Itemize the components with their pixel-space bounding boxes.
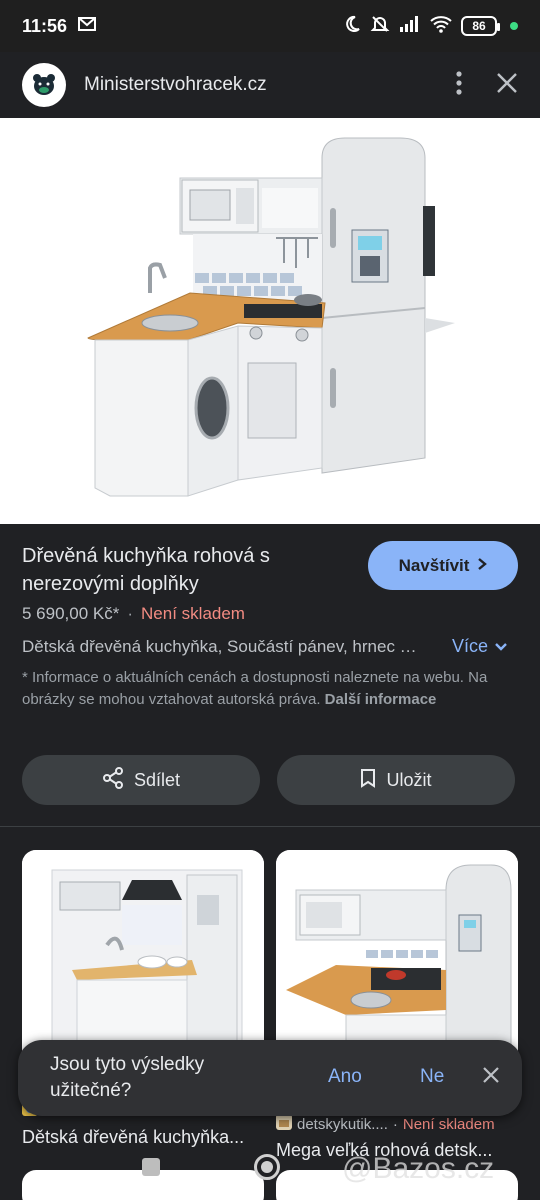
- chevron-right-icon: [477, 556, 488, 576]
- share-icon: [102, 766, 124, 794]
- chevron-down-icon: [494, 636, 508, 657]
- status-bar: 11:56 86: [0, 0, 540, 52]
- price-row: 5 690,00 Kč* · Není skladem: [22, 604, 245, 624]
- stock-status: Není skladem: [141, 604, 245, 623]
- visit-button-label: Navštívit: [398, 555, 470, 575]
- feedback-question: Jsou tyto výsledky užitečné?: [50, 1054, 205, 1101]
- product-price: 5 690,00 Kč*: [22, 604, 120, 623]
- privacy-dot-icon: [510, 22, 518, 30]
- visit-button[interactable]: Navštívit: [368, 541, 518, 590]
- bookmark-icon: [360, 768, 376, 793]
- share-button[interactable]: Sdílet: [22, 755, 260, 805]
- recents-button[interactable]: [142, 1158, 160, 1176]
- wifi-icon: [430, 15, 452, 38]
- moon-icon: [343, 15, 361, 38]
- watermark: @Bazos.cz: [342, 1152, 495, 1185]
- close-icon[interactable]: [482, 1066, 500, 1089]
- feedback-yes-button[interactable]: Ano: [328, 1066, 362, 1088]
- product-description: Dětská dřevěná kuchyňka, Součástí pánev,…: [22, 637, 417, 656]
- feedback-no-button[interactable]: Ne: [420, 1066, 444, 1088]
- battery-indicator: 86: [461, 16, 500, 36]
- save-button[interactable]: Uložit: [277, 755, 515, 805]
- divider: [0, 826, 540, 827]
- product-title: Dřevěná kuchyňka rohová s nerezovými dop…: [22, 545, 270, 595]
- more-options-icon[interactable]: [456, 70, 462, 100]
- save-label: Uložit: [386, 769, 432, 790]
- separator: ·: [127, 604, 134, 623]
- product-details: Dřevěná kuchyňka rohová s nerezovými dop…: [0, 524, 540, 826]
- related-title-1[interactable]: Dětská dřevěná kuchyňka...: [22, 1127, 262, 1148]
- more-info-link[interactable]: Další informace: [325, 691, 437, 708]
- disclaimer-note: * Informace o aktuálních cenách a dostup…: [22, 667, 492, 711]
- home-button[interactable]: [254, 1154, 280, 1180]
- related-stock: Není skladem: [402, 1115, 495, 1133]
- close-icon[interactable]: [496, 72, 518, 99]
- share-label: Sdílet: [133, 769, 181, 790]
- more-button[interactable]: Více: [452, 636, 508, 657]
- product-image[interactable]: [0, 118, 540, 524]
- related-image-2[interactable]: [276, 850, 518, 1070]
- related-source: detskykutik....: [297, 1115, 388, 1133]
- source-favicon-icon: [276, 1114, 292, 1134]
- gmail-icon: [77, 16, 97, 37]
- related-image-1[interactable]: [22, 850, 264, 1070]
- signal-icon: [399, 15, 421, 38]
- site-logo[interactable]: [22, 63, 66, 107]
- bell-off-icon: [370, 14, 390, 39]
- site-header: Ministerstvohracek.cz: [0, 52, 540, 118]
- feedback-popup: Jsou tyto výsledky užitečné? Ano Ne: [18, 1040, 522, 1116]
- separator: ·: [392, 1115, 398, 1133]
- more-label: Více: [452, 636, 489, 656]
- status-time: 11:56: [22, 15, 68, 36]
- related-meta-2: detskykutik.... · Není skladem: [276, 1114, 495, 1134]
- site-name[interactable]: Ministerstvohracek.cz: [84, 74, 267, 96]
